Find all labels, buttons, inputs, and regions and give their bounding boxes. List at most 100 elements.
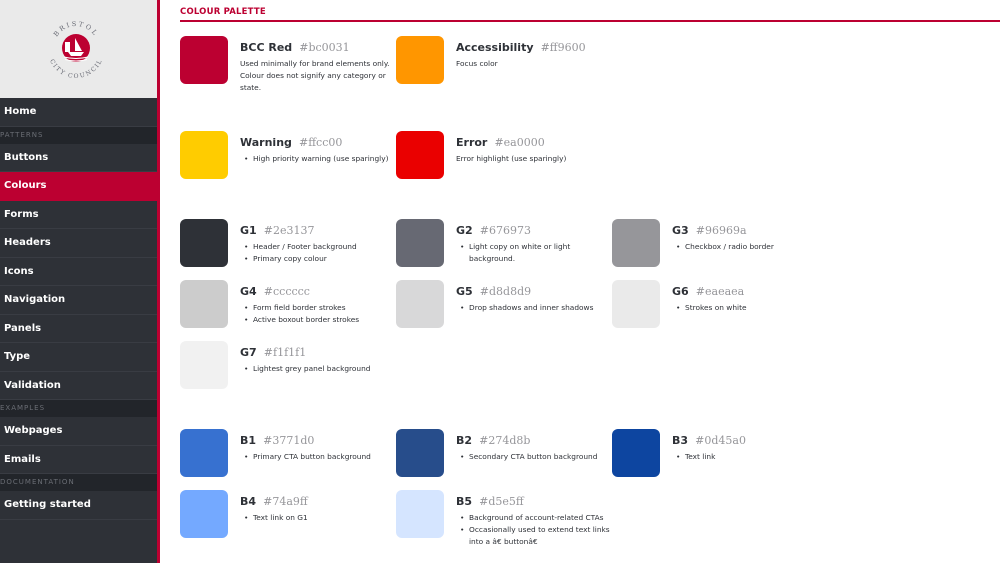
sidebar-item-navigation[interactable]: Navigation bbox=[0, 286, 157, 315]
swatch-heading: Warning #ffcc00 bbox=[240, 131, 400, 150]
swatch-description: Focus color bbox=[456, 59, 498, 68]
usage-item: Active boxout border strokes bbox=[240, 314, 400, 326]
swatch-heading: Accessibility #ff9600 bbox=[456, 36, 616, 55]
swatch-info: B1 #3771d0 Primary CTA button background bbox=[240, 429, 400, 463]
swatch-usage-list: Text link bbox=[672, 451, 832, 463]
logo-area: BRISTOL CITY COUNCIL bbox=[0, 0, 157, 98]
swatch-usage-list: Primary CTA button background bbox=[240, 451, 400, 463]
swatch-hex: #cccccc bbox=[263, 285, 310, 298]
usage-item: Primary copy colour bbox=[240, 253, 400, 265]
colour-swatch-b3 bbox=[612, 429, 660, 477]
swatch-info: G4 #cccccc Form field border strokesActiv… bbox=[240, 280, 400, 326]
swatch-heading: B1 #3771d0 bbox=[240, 429, 400, 448]
usage-item: Checkbox / radio border bbox=[672, 241, 832, 253]
swatch-hex: #d8d8d9 bbox=[479, 285, 532, 298]
swatch-info: G3 #96969a Checkbox / radio border bbox=[672, 219, 832, 253]
usage-item: Text link on G1 bbox=[240, 512, 400, 524]
main-content: COLOUR PALETTE BCC Red #bc0031 Used minim… bbox=[160, 0, 1000, 563]
swatch-heading: G6 #eaeaea bbox=[672, 280, 832, 299]
usage-item: Secondary CTA button background bbox=[456, 451, 616, 463]
sidebar-item-home[interactable]: Home bbox=[0, 98, 157, 127]
swatch-hex: #676973 bbox=[479, 224, 531, 237]
swatch-hex: #f1f1f1 bbox=[263, 346, 307, 359]
sidebar-item-colours[interactable]: Colours bbox=[0, 172, 157, 201]
swatch-hex: #ff9600 bbox=[540, 41, 586, 54]
swatch-name: G4 bbox=[240, 285, 257, 298]
bristol-city-council-logo[interactable]: BRISTOL CITY COUNCIL bbox=[44, 16, 108, 80]
swatch-hex: #ffcc00 bbox=[299, 136, 343, 149]
swatch-name: Error bbox=[456, 136, 488, 149]
title-divider bbox=[180, 20, 1000, 22]
sidebar-item-headers[interactable]: Headers bbox=[0, 229, 157, 258]
nav-section-patterns: PATTERNS bbox=[0, 126, 157, 144]
swatch-heading: G4 #cccccc bbox=[240, 280, 400, 299]
swatch-info: G7 #f1f1f1 Lightest grey panel background bbox=[240, 341, 400, 375]
sidebar-item-buttons[interactable]: Buttons bbox=[0, 144, 157, 172]
swatch-usage-list: Checkbox / radio border bbox=[672, 241, 832, 253]
swatch-usage-list: Strokes on white bbox=[672, 302, 832, 314]
swatch-usage-list: High priority warning (use sparingly) bbox=[240, 153, 400, 165]
sidebar-item-getting-started[interactable]: Getting started bbox=[0, 491, 157, 520]
swatch-heading: B2 #274d8b bbox=[456, 429, 616, 448]
sidebar-item-emails[interactable]: Emails bbox=[0, 446, 157, 474]
usage-item: Light copy on white or light background. bbox=[456, 241, 616, 265]
usage-item: Form field border strokes bbox=[240, 302, 400, 314]
swatch-info: BCC Red #bc0031 Used minimally for brand … bbox=[240, 36, 400, 94]
swatch-heading: G2 #676973 bbox=[456, 219, 616, 238]
swatch-usage-list: Background of account-related CTAsOccasi… bbox=[456, 512, 616, 548]
swatch-info: B4 #74a9ff Text link on G1 bbox=[240, 490, 400, 524]
swatch-usage-list: Form field border strokesActive boxout b… bbox=[240, 302, 400, 326]
sidebar-item-validation[interactable]: Validation bbox=[0, 372, 157, 400]
colour-swatch-b1 bbox=[180, 429, 228, 477]
usage-item: Primary CTA button background bbox=[240, 451, 400, 463]
sidebar-nav: Home PATTERNS Buttons Colours Forms Headers Ic… bbox=[0, 98, 157, 520]
swatch-info: B5 #d5e5ff Background of account-related … bbox=[456, 490, 616, 548]
swatch-usage-list: Text link on G1 bbox=[240, 512, 400, 524]
swatch-name: B3 bbox=[672, 434, 689, 447]
usage-item: Header / Footer background bbox=[240, 241, 400, 253]
swatch-name: G7 bbox=[240, 346, 257, 359]
swatch-info: G6 #eaeaea Strokes on white bbox=[672, 280, 832, 314]
sidebar-item-webpages[interactable]: Webpages bbox=[0, 417, 157, 446]
swatch-usage-list: Lightest grey panel background bbox=[240, 363, 400, 375]
swatch-name: B2 bbox=[456, 434, 473, 447]
swatch-name: G6 bbox=[672, 285, 689, 298]
sidebar-item-icons[interactable]: Icons bbox=[0, 258, 157, 286]
usage-item: Text link bbox=[672, 451, 832, 463]
sidebar-item-forms[interactable]: Forms bbox=[0, 201, 157, 229]
swatch-hex: #eaeaea bbox=[695, 285, 745, 298]
swatch-name: Accessibility bbox=[456, 41, 534, 54]
colour-swatch-b4 bbox=[180, 490, 228, 538]
colour-swatch-warning bbox=[180, 131, 228, 179]
swatch-name: G1 bbox=[240, 224, 257, 237]
swatch-heading: B3 #0d45a0 bbox=[672, 429, 832, 448]
usage-item: High priority warning (use sparingly) bbox=[240, 153, 400, 165]
swatch-info: G1 #2e3137 Header / Footer backgroundPrim… bbox=[240, 219, 400, 265]
colour-swatch-accessibility bbox=[396, 36, 444, 84]
swatch-usage-list: Light copy on white or light background. bbox=[456, 241, 616, 265]
colour-swatch-b2 bbox=[396, 429, 444, 477]
swatch-name: B1 bbox=[240, 434, 257, 447]
usage-item: Lightest grey panel background bbox=[240, 363, 400, 375]
swatch-hex: #ea0000 bbox=[494, 136, 545, 149]
swatch-name: BCC Red bbox=[240, 41, 293, 54]
sidebar: BRISTOL CITY COUNCIL Home PATTERNS Buttons… bbox=[0, 0, 160, 563]
swatch-heading: B4 #74a9ff bbox=[240, 490, 400, 509]
swatch-hex: #74a9ff bbox=[263, 495, 308, 508]
swatch-info: B3 #0d45a0 Text link bbox=[672, 429, 832, 463]
colour-swatch-g1 bbox=[180, 219, 228, 267]
swatch-usage-list: Drop shadows and inner shadows bbox=[456, 302, 616, 314]
swatch-hex: #d5e5ff bbox=[479, 495, 524, 508]
swatch-hex: #bc0031 bbox=[299, 41, 350, 54]
usage-item: Occasionally used to extend text links i… bbox=[456, 524, 616, 548]
swatch-hex: #96969a bbox=[695, 224, 747, 237]
swatch-heading: G3 #96969a bbox=[672, 219, 832, 238]
colour-swatch-g2 bbox=[396, 219, 444, 267]
swatch-usage-list: Secondary CTA button background bbox=[456, 451, 616, 463]
swatch-hex: #3771d0 bbox=[263, 434, 315, 447]
sidebar-item-type[interactable]: Type bbox=[0, 343, 157, 372]
swatch-heading: G7 #f1f1f1 bbox=[240, 341, 400, 360]
sidebar-item-panels[interactable]: Panels bbox=[0, 315, 157, 343]
swatch-heading: Error #ea0000 bbox=[456, 131, 616, 150]
swatch-info: G2 #676973 Light copy on white or light b… bbox=[456, 219, 616, 265]
